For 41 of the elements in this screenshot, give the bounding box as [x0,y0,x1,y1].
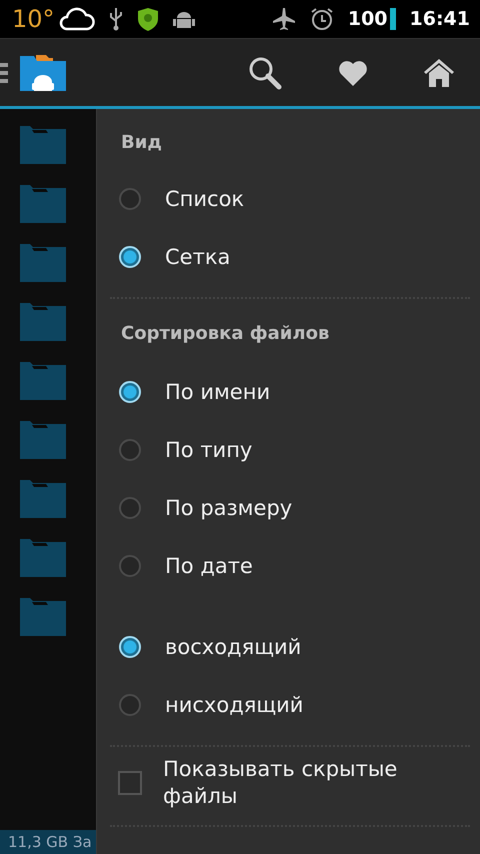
temperature: 10° [12,5,55,33]
radio-button[interactable] [119,694,141,716]
usb-icon [108,7,123,31]
option-label[interactable]: Список [165,187,244,211]
option-label[interactable]: По размеру [165,496,292,520]
checkbox-label[interactable]: Показывать скрытые файлы [163,756,453,810]
folder-icon [20,420,66,458]
storage-info: 11,3 GB За [8,833,92,851]
folder-icon [20,538,66,576]
clock: 16:41 [410,8,470,30]
battery-percent: 100 [348,8,388,30]
search-icon[interactable] [248,56,282,90]
radio-button[interactable] [119,439,141,461]
radio-button[interactable] [119,555,141,577]
section-heading: Вид [120,131,163,155]
section-heading: Сортировка файлов [120,322,330,346]
folder-icon [20,480,66,518]
radio-button[interactable] [119,497,141,519]
home-icon[interactable] [424,58,454,86]
option-label[interactable]: восходящий [165,635,302,659]
option-label[interactable]: По типу [165,438,252,462]
option-label[interactable]: нисходящий [165,693,304,717]
folder-icon [20,598,66,636]
option-label[interactable]: По имени [165,380,270,404]
option-label[interactable]: Сетка [165,245,230,269]
menu-icon[interactable] [0,60,8,84]
folder-icon [20,184,66,222]
folder-icon [20,244,66,282]
app-logo-icon[interactable] [20,54,66,90]
cloud-icon [58,7,95,31]
alarm-icon [310,7,334,31]
folder-icon [20,362,66,400]
radio-button[interactable] [119,188,141,210]
heart-icon[interactable] [338,60,368,86]
battery-icon [390,8,396,30]
shield-icon [136,7,159,31]
folder-icon [20,126,66,164]
option-label[interactable]: По дате [165,554,253,578]
folder-icon [20,302,66,340]
checkbox[interactable] [118,771,142,795]
airplane-icon [272,7,296,31]
